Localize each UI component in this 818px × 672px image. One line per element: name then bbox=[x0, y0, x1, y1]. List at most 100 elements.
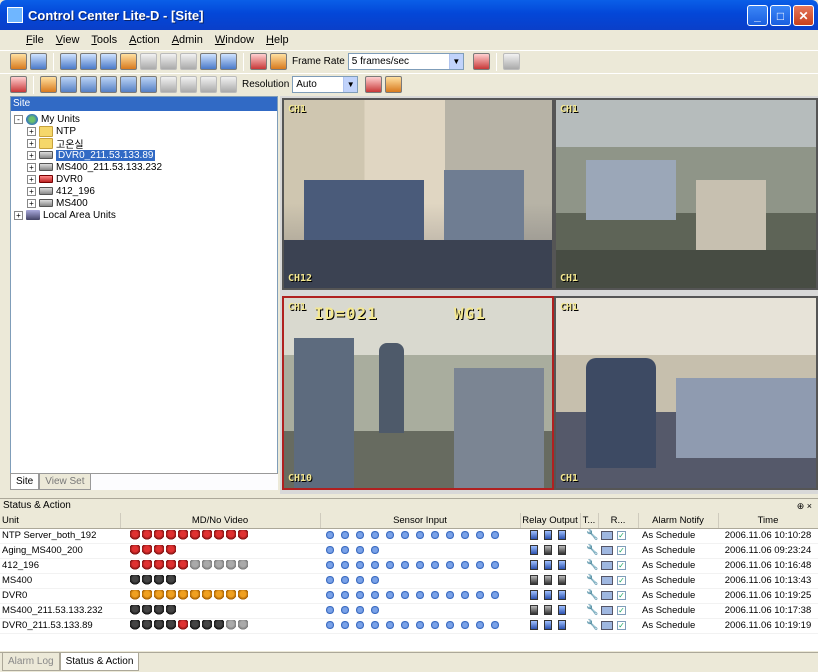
sensor-icon[interactable] bbox=[356, 576, 364, 585]
motion-detect-icon[interactable] bbox=[154, 590, 164, 601]
tree-item-dvr0-89[interactable]: + DVR0_211.53.133.89 bbox=[11, 149, 277, 161]
layout-1x1-icon[interactable] bbox=[40, 76, 57, 93]
sensor-icon[interactable] bbox=[401, 561, 409, 570]
alarm-icon[interactable] bbox=[385, 76, 403, 93]
sensor-icon[interactable] bbox=[371, 531, 379, 540]
sensor-icon[interactable] bbox=[341, 621, 349, 630]
motion-detect-icon[interactable] bbox=[154, 605, 164, 616]
sensor-icon[interactable] bbox=[341, 576, 349, 585]
sensor-icon[interactable] bbox=[371, 606, 379, 615]
motion-detect-icon[interactable] bbox=[226, 620, 236, 631]
minimize-button[interactable]: _ bbox=[747, 5, 768, 26]
column-header-alarm[interactable]: Alarm Notify bbox=[638, 513, 719, 529]
checkbox[interactable]: ✓ bbox=[617, 530, 626, 540]
sensor-icon[interactable] bbox=[416, 561, 424, 570]
relay-icon[interactable] bbox=[558, 545, 566, 556]
motion-detect-icon[interactable] bbox=[178, 530, 188, 541]
tree-item-folder-2[interactable]: + 고온실 bbox=[11, 137, 277, 151]
motion-detect-icon[interactable] bbox=[130, 620, 140, 631]
monitor-icon[interactable] bbox=[601, 545, 613, 555]
view-icon[interactable] bbox=[30, 53, 47, 70]
expand-icon[interactable]: + bbox=[27, 150, 36, 160]
sensor-icon[interactable] bbox=[461, 561, 469, 570]
sensor-icon[interactable] bbox=[386, 561, 394, 570]
motion-detect-icon[interactable] bbox=[202, 560, 212, 571]
sensor-icon[interactable] bbox=[386, 591, 394, 600]
sensor-icon[interactable] bbox=[491, 591, 499, 600]
properties-icon[interactable] bbox=[220, 53, 237, 70]
checkbox[interactable]: ✓ bbox=[617, 575, 626, 585]
monitor-icon[interactable] bbox=[601, 620, 613, 630]
monitor-icon[interactable] bbox=[601, 590, 613, 600]
sensor-icon[interactable] bbox=[461, 531, 469, 540]
layout-1p7-icon[interactable] bbox=[140, 76, 157, 93]
column-header-r[interactable]: R... bbox=[598, 513, 639, 529]
checkbox[interactable]: ✓ bbox=[617, 605, 626, 615]
status-row[interactable]: 412_196 🔧 ✓ As Schedule 2006.11.06 10:16:48 bbox=[0, 558, 818, 574]
motion-detect-icon[interactable] bbox=[214, 530, 224, 541]
help-icon[interactable] bbox=[502, 53, 520, 70]
relay-icon[interactable] bbox=[544, 560, 552, 571]
sensor-icon[interactable] bbox=[341, 561, 349, 570]
sensor-icon[interactable] bbox=[416, 531, 424, 540]
status-row[interactable]: MS400 🔧 ✓ As Schedule 2006.11.06 10:13:43 bbox=[0, 573, 818, 589]
sensor-icon[interactable] bbox=[431, 561, 439, 570]
relay-icon[interactable] bbox=[530, 605, 538, 616]
close-button[interactable]: ✕ bbox=[793, 5, 814, 26]
sensor-icon[interactable] bbox=[356, 546, 364, 555]
tree-item-my-units[interactable]: - My Units bbox=[11, 113, 277, 125]
sensor-icon[interactable] bbox=[476, 621, 484, 630]
sensor-icon[interactable] bbox=[431, 621, 439, 630]
sensor-icon[interactable] bbox=[371, 621, 379, 630]
monitor-icon[interactable] bbox=[601, 575, 613, 585]
motion-detect-icon[interactable] bbox=[202, 590, 212, 601]
relay-icon[interactable] bbox=[530, 575, 538, 586]
sequence-icon[interactable] bbox=[270, 53, 287, 70]
relay-icon[interactable] bbox=[544, 545, 552, 556]
sensor-icon[interactable] bbox=[476, 591, 484, 600]
expand-icon[interactable]: + bbox=[27, 126, 36, 136]
expand-icon[interactable]: + bbox=[27, 198, 36, 208]
motion-detect-icon[interactable] bbox=[214, 590, 224, 601]
sensor-icon[interactable] bbox=[326, 606, 334, 615]
relay-icon[interactable] bbox=[530, 590, 538, 601]
sensor-icon[interactable] bbox=[401, 531, 409, 540]
column-header-md[interactable]: MD/No Video bbox=[120, 513, 321, 529]
sensor-icon[interactable] bbox=[416, 591, 424, 600]
sensor-icon[interactable] bbox=[371, 546, 379, 555]
sensor-icon[interactable] bbox=[326, 561, 334, 570]
wrench-icon[interactable]: 🔧 bbox=[586, 620, 598, 631]
edit-icon[interactable] bbox=[140, 53, 157, 70]
menu-tools[interactable]: Tools bbox=[85, 34, 123, 46]
relay-icon[interactable] bbox=[558, 560, 566, 571]
relay-icon[interactable] bbox=[544, 530, 552, 541]
motion-detect-icon[interactable] bbox=[154, 560, 164, 571]
snapshot-icon[interactable] bbox=[200, 53, 217, 70]
motion-detect-icon[interactable] bbox=[130, 560, 140, 571]
wrench-icon[interactable]: 🔧 bbox=[586, 545, 598, 556]
sensor-icon[interactable] bbox=[461, 591, 469, 600]
sensor-icon[interactable] bbox=[491, 531, 499, 540]
motion-detect-icon[interactable] bbox=[142, 575, 152, 586]
motion-detect-icon[interactable] bbox=[130, 545, 140, 556]
status-row[interactable]: Aging_MS400_200 🔧 ✓ As Schedule 2006.11.06 0… bbox=[0, 543, 818, 559]
sensor-icon[interactable] bbox=[326, 531, 334, 540]
sensor-icon[interactable] bbox=[476, 561, 484, 570]
relay-icon[interactable] bbox=[530, 560, 538, 571]
camera-view-2[interactable]: CH1 CH1 bbox=[554, 98, 818, 290]
relay-icon[interactable] bbox=[558, 575, 566, 586]
motion-detect-icon[interactable] bbox=[166, 560, 176, 571]
layout-2x2-icon[interactable] bbox=[60, 76, 77, 93]
column-header-time[interactable]: Time bbox=[718, 513, 818, 529]
relay-icon[interactable] bbox=[558, 620, 566, 631]
sensor-icon[interactable] bbox=[386, 531, 394, 540]
motion-detect-icon[interactable] bbox=[130, 530, 140, 541]
motion-detect-icon[interactable] bbox=[202, 530, 212, 541]
tab-alarm-log[interactable]: Alarm Log bbox=[2, 653, 60, 671]
sensor-icon[interactable] bbox=[326, 546, 334, 555]
motion-detect-icon[interactable] bbox=[178, 560, 188, 571]
tree-item-ms400[interactable]: + MS400 bbox=[11, 197, 277, 209]
motion-detect-icon[interactable] bbox=[226, 560, 236, 571]
motion-detect-icon[interactable] bbox=[142, 590, 152, 601]
sensor-icon[interactable] bbox=[431, 591, 439, 600]
